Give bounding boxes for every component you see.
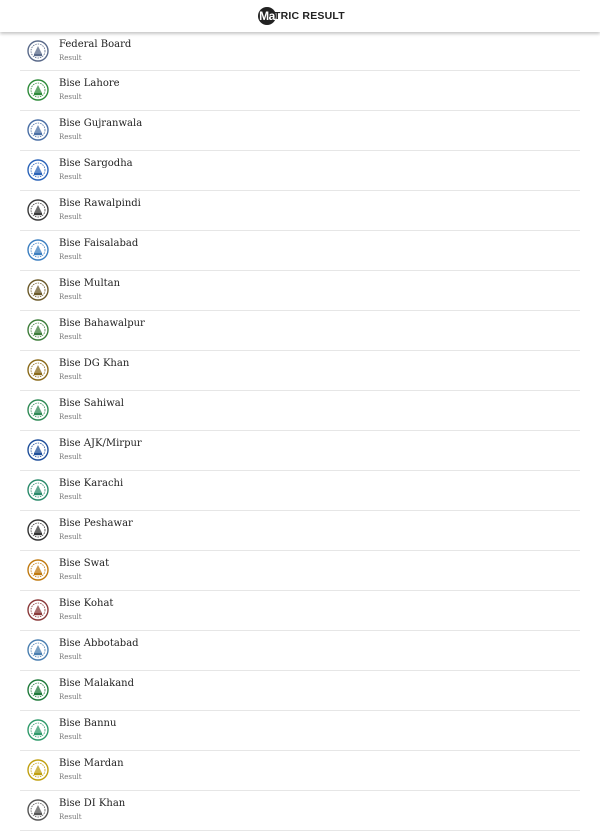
- list-item[interactable]: Bise Kohat Result: [20, 591, 580, 631]
- bise-sahiwal-seal-icon: [27, 399, 49, 421]
- bise-ajk-mirpur-seal-icon: [27, 439, 49, 461]
- list-item-subtitle: Result: [59, 333, 82, 341]
- list-item-subtitle: Result: [59, 653, 82, 661]
- list-item-title: Bise Abbotabad: [59, 638, 139, 649]
- list-item[interactable]: Bise Malakand Result: [20, 671, 580, 711]
- list-item[interactable]: Bise Sahiwal Result: [20, 391, 580, 431]
- bise-abbotabad-seal-icon: [27, 639, 49, 661]
- list-item[interactable]: Bise Swat Result: [20, 551, 580, 591]
- list-item[interactable]: Bise Karachi Result: [20, 471, 580, 511]
- bise-bahawalpur-seal-icon: [27, 319, 49, 341]
- list-item-title: Bise Bannu: [59, 718, 117, 729]
- list-item[interactable]: Federal Board Result: [20, 32, 580, 71]
- list-item[interactable]: Bise Rawalpindi Result: [20, 191, 580, 231]
- list-item-subtitle: Result: [59, 253, 82, 261]
- list-item[interactable]: Bise Peshawar Result: [20, 511, 580, 551]
- bise-lahore-seal-icon: [27, 79, 49, 101]
- list-item[interactable]: Bise AJK/Mirpur Result: [20, 431, 580, 471]
- bise-swat-seal-icon: [27, 559, 49, 581]
- list-item-subtitle: Result: [59, 573, 82, 581]
- bise-bannu-seal-icon: [27, 719, 49, 741]
- list-item-subtitle: Result: [59, 693, 82, 701]
- app-logo: Ma TRIC RESULT: [258, 7, 345, 25]
- list-item[interactable]: Bise Bahawalpur Result: [20, 311, 580, 351]
- list-item-title: Bise Malakand: [59, 678, 134, 689]
- app-bar: Ma TRIC RESULT: [0, 0, 600, 32]
- board-list: Federal Board Result Bise Lahore Result Bise…: [0, 32, 600, 831]
- list-item-subtitle: Result: [59, 293, 82, 301]
- list-item[interactable]: Bise Faisalabad Result: [20, 231, 580, 271]
- federal-board-seal-icon: [27, 40, 49, 62]
- list-item[interactable]: Bise Multan Result: [20, 271, 580, 311]
- list-item-subtitle: Result: [59, 54, 82, 62]
- list-item-title: Bise AJK/Mirpur: [59, 438, 142, 449]
- bise-karachi-seal-icon: [27, 479, 49, 501]
- list-item[interactable]: Bise DG Khan Result: [20, 351, 580, 391]
- bise-multan-seal-icon: [27, 279, 49, 301]
- list-item[interactable]: Bise Bannu Result: [20, 711, 580, 751]
- list-item-title: Federal Board: [59, 39, 132, 50]
- list-item[interactable]: Bise Gujranwala Result: [20, 111, 580, 151]
- list-item-subtitle: Result: [59, 453, 82, 461]
- list-item-subtitle: Result: [59, 133, 82, 141]
- list-item-subtitle: Result: [59, 613, 82, 621]
- list-item-title: Bise Sargodha: [59, 158, 133, 169]
- list-item-title: Bise Peshawar: [59, 518, 133, 529]
- list-item-title: Bise Multan: [59, 278, 121, 289]
- list-item-subtitle: Result: [59, 493, 82, 501]
- bise-rawalpindi-seal-icon: [27, 199, 49, 221]
- list-item-subtitle: Result: [59, 813, 82, 821]
- list-item-title: Bise DG Khan: [59, 358, 130, 369]
- bise-dg-khan-seal-icon: [27, 359, 49, 381]
- list-item-title: Bise Lahore: [59, 78, 120, 89]
- list-item-title: Bise Sahiwal: [59, 398, 124, 409]
- list-item-title: Bise Bahawalpur: [59, 318, 145, 329]
- list-item-title: Bise Karachi: [59, 478, 124, 489]
- bise-malakand-seal-icon: [27, 679, 49, 701]
- list-item[interactable]: Bise Mardan Result: [20, 751, 580, 791]
- list-item-title: Bise Gujranwala: [59, 118, 143, 129]
- list-item-subtitle: Result: [59, 413, 82, 421]
- bise-sargodha-seal-icon: [27, 159, 49, 181]
- list-item-subtitle: Result: [59, 213, 82, 221]
- bise-kohat-seal-icon: [27, 599, 49, 621]
- bise-faisalabad-seal-icon: [27, 239, 49, 261]
- list-item-subtitle: Result: [59, 93, 82, 101]
- list-item-title: Bise Kohat: [59, 598, 114, 609]
- list-item[interactable]: Bise DI Khan Result: [20, 791, 580, 831]
- bise-gujranwala-seal-icon: [27, 119, 49, 141]
- list-item-title: Bise Rawalpindi: [59, 198, 141, 209]
- app-title: TRIC RESULT: [274, 10, 345, 22]
- list-item-subtitle: Result: [59, 733, 82, 741]
- list-item[interactable]: Bise Lahore Result: [20, 71, 580, 111]
- bise-mardan-seal-icon: [27, 759, 49, 781]
- list-item-subtitle: Result: [59, 773, 82, 781]
- bise-peshawar-seal-icon: [27, 519, 49, 541]
- list-item-subtitle: Result: [59, 533, 82, 541]
- bise-di-khan-seal-icon: [27, 799, 49, 821]
- list-item-subtitle: Result: [59, 173, 82, 181]
- list-item-title: Bise Faisalabad: [59, 238, 139, 249]
- list-item-subtitle: Result: [59, 373, 82, 381]
- list-item-title: Bise Swat: [59, 558, 110, 569]
- list-item[interactable]: Bise Sargodha Result: [20, 151, 580, 191]
- list-item[interactable]: Bise Abbotabad Result: [20, 631, 580, 671]
- list-item-title: Bise Mardan: [59, 758, 124, 769]
